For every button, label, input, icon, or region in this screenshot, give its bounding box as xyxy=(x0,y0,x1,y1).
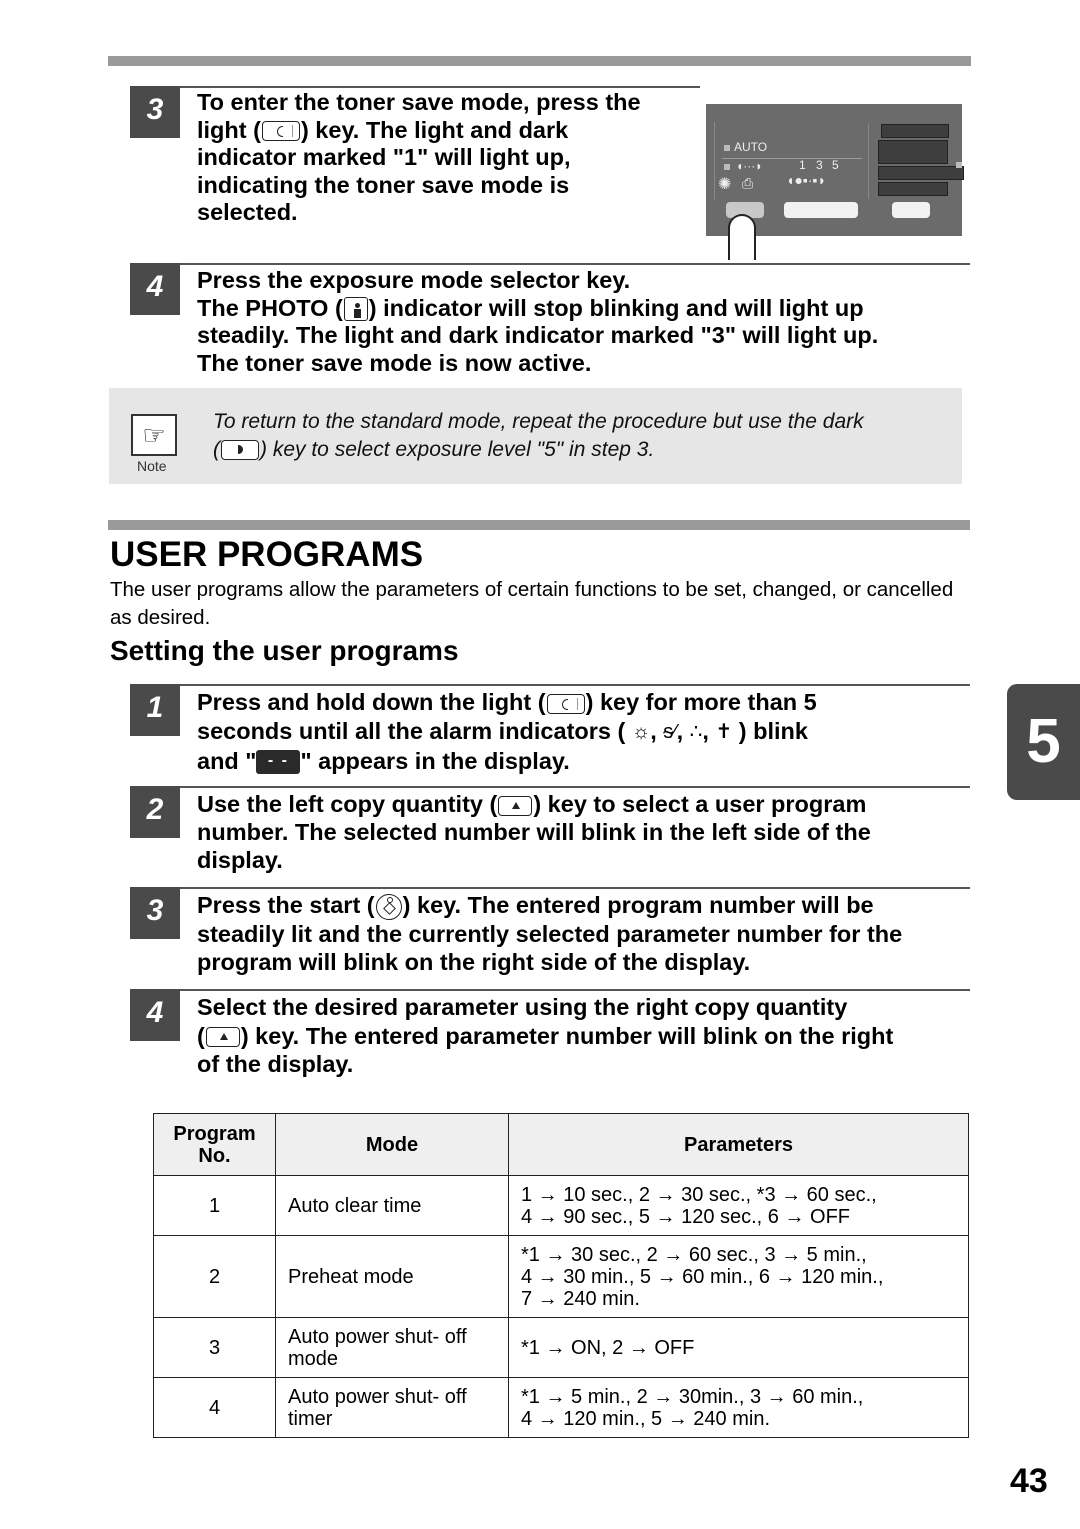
user-programs-table: Program No. Mode Parameters 1 Auto clear… xyxy=(153,1113,969,1438)
dark-key-icon xyxy=(221,440,259,461)
header-mode: Mode xyxy=(275,1113,509,1176)
user-program-step-1: 1 Press and hold down the light () key f… xyxy=(130,684,970,780)
toner-save-icon: ✺ xyxy=(718,176,732,193)
step-number: 1 xyxy=(130,684,180,736)
light-dark-indicator-icon: ◖···◗ xyxy=(736,159,763,173)
program-mode: Auto power shut- off timer xyxy=(275,1377,509,1438)
light-key-icon xyxy=(261,121,300,142)
photo-mode-icon: ⎙ xyxy=(742,175,754,191)
chapter-tab: 5 xyxy=(1007,684,1080,800)
developer-alarm-icon: ✝ xyxy=(715,721,733,744)
table-row: 4 Auto power shut- off timer *1 → 5 min.… xyxy=(153,1377,969,1438)
header-program-no: Program No. xyxy=(153,1113,276,1176)
toner-step-4: 4 Press the exposure mode selector key. … xyxy=(130,263,970,383)
step-text: Press the start () key. The entered prog… xyxy=(197,892,903,976)
step-number: 4 xyxy=(130,263,180,315)
note-text: To return to the standard mode, repeat t… xyxy=(213,410,864,461)
step-text: To enter the toner save mode, press the … xyxy=(197,89,641,225)
step-text: Select the desired parameter using the r… xyxy=(197,994,894,1077)
step-number: 3 xyxy=(130,887,180,939)
step-rule xyxy=(180,263,970,265)
note-label: Note xyxy=(137,458,167,474)
auto-label: AUTO xyxy=(734,140,768,154)
step-rule xyxy=(180,86,700,88)
maintenance-alarm-icon: ☼ xyxy=(631,721,651,744)
step-number: 4 xyxy=(130,989,180,1041)
finger-pressing-icon xyxy=(728,214,756,260)
user-program-step-2: 2 Use the left copy quantity () key to s… xyxy=(130,786,970,882)
program-mode: Auto clear time xyxy=(275,1175,509,1236)
copy-quantity-key-icon xyxy=(205,1027,240,1048)
step-rule xyxy=(180,887,970,889)
user-program-step-4: 4 Select the desired parameter using the… xyxy=(130,989,970,1085)
step-rule xyxy=(180,786,970,788)
program-params: *1 → 5 min., 2 → 30min., 3 → 60 min., 4 … xyxy=(508,1377,969,1438)
toner-alarm-icon: ∴ xyxy=(689,721,703,744)
misfeed-alarm-icon: ᵴ⁄ xyxy=(663,721,677,744)
step-number: 2 xyxy=(130,786,180,838)
light-key-icon xyxy=(546,693,585,714)
pointing-hand-icon: ☞ xyxy=(131,414,177,456)
page-number: 43 xyxy=(1010,1462,1048,1500)
table-row: 3 Auto power shut- off mode *1 → ON, 2 →… xyxy=(153,1317,969,1378)
program-mode: Auto power shut- off mode xyxy=(275,1317,509,1378)
copy-quantity-key-icon xyxy=(498,795,533,816)
section-divider xyxy=(108,520,970,530)
table-row: 2 Preheat mode *1 → 30 sec., 2 → 60 sec.… xyxy=(153,1235,969,1318)
intro-paragraph: The user programs allow the parameters o… xyxy=(110,578,954,629)
program-no: 3 xyxy=(153,1317,276,1378)
exposure-level-indicator: ◖●▪·▪◗ xyxy=(786,172,826,188)
photo-icon xyxy=(343,297,368,322)
program-no: 1 xyxy=(153,1175,276,1236)
program-params: 1 → 10 sec., 2 → 30 sec., *3 → 60 sec., … xyxy=(508,1175,969,1236)
table-row: 1 Auto clear time 1 → 10 sec., 2 → 30 se… xyxy=(153,1175,969,1236)
step-number: 3 xyxy=(130,86,180,138)
subheading: Setting the user programs xyxy=(110,635,459,666)
step-text: Use the left copy quantity () key to sel… xyxy=(197,791,871,873)
section-heading: USER PROGRAMS xyxy=(110,535,424,574)
display-dash-icon: - - xyxy=(256,750,301,775)
user-program-step-3: 3 Press the start () key. The entered pr… xyxy=(130,887,970,983)
step-text: Press and hold down the light () key for… xyxy=(197,689,817,775)
top-divider xyxy=(108,56,971,66)
start-key-icon xyxy=(375,893,402,920)
step-text: Press the exposure mode selector key. Th… xyxy=(197,267,879,376)
program-params: *1 → ON, 2 → OFF xyxy=(508,1317,969,1378)
program-no: 4 xyxy=(153,1377,276,1438)
program-no: 2 xyxy=(153,1235,276,1318)
exposure-mode-key xyxy=(892,202,930,218)
light-dark-keys xyxy=(784,202,858,218)
header-parameters: Parameters xyxy=(508,1113,969,1176)
step-rule xyxy=(180,684,970,686)
program-params: *1 → 30 sec., 2 → 60 sec., 3 → 5 min., 4… xyxy=(508,1235,969,1318)
step-rule xyxy=(180,989,970,991)
program-mode: Preheat mode xyxy=(275,1235,509,1318)
note-box: ☞ Note To return to the standard mode, r… xyxy=(109,388,962,484)
